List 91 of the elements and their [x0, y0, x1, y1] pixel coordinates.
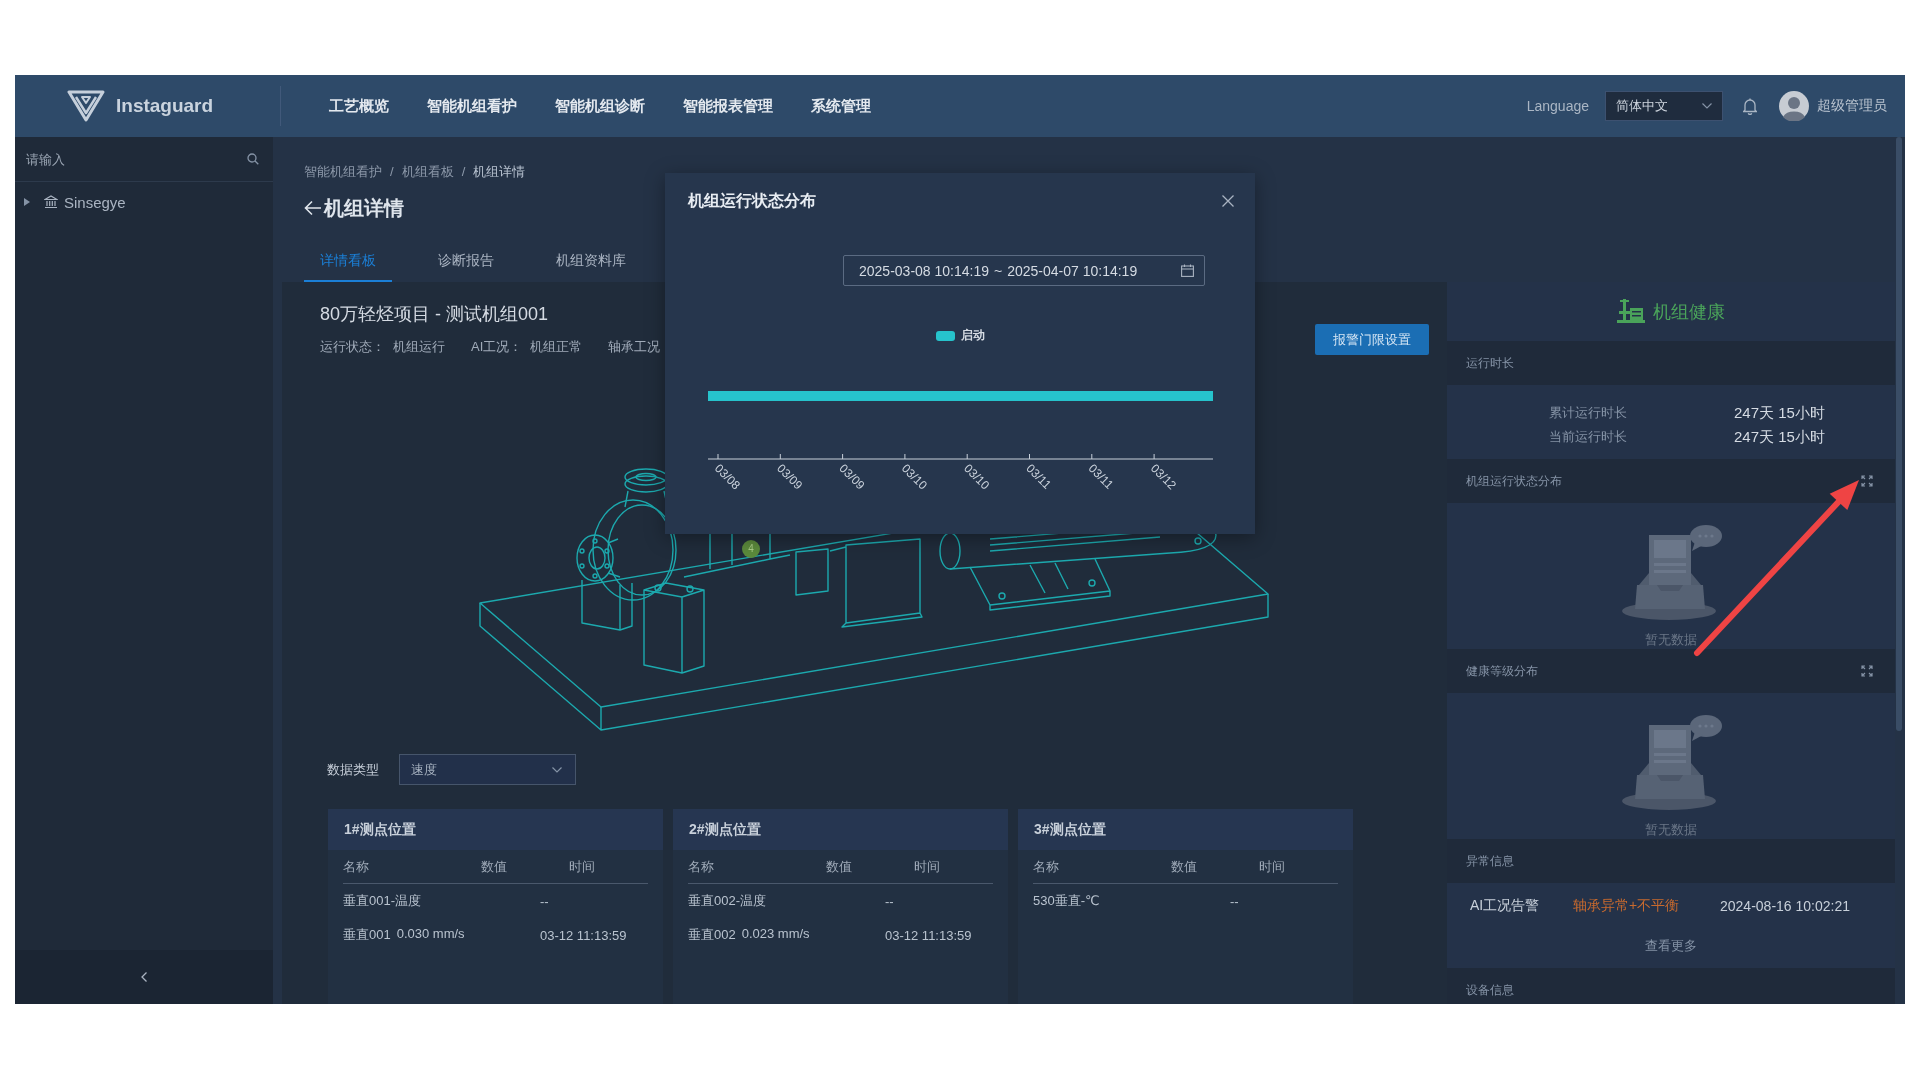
table-cell: 垂直002-温度 — [688, 892, 767, 910]
language-label: Language — [1526, 98, 1589, 114]
column-header: 时间 — [1259, 857, 1286, 876]
page-title: 机组详情 — [324, 196, 404, 221]
machine-health-icon — [1617, 299, 1645, 324]
status-value: 机组正常 — [530, 338, 583, 356]
nav-item[interactable]: 工艺概览 — [329, 95, 389, 117]
breadcrumb-link[interactable]: 机组看板 — [401, 163, 454, 181]
alert-time: 2024-08-16 10:02:21 — [1720, 898, 1851, 914]
logo-icon — [67, 90, 105, 122]
search-field[interactable]: 请输入 — [26, 147, 241, 171]
nav-item[interactable]: 智能机组看护 — [427, 95, 517, 117]
panel-title: 机组健康 — [1653, 300, 1725, 324]
section-title: 健康等级分布 — [1466, 662, 1538, 680]
status-value: 机组运行 — [393, 338, 445, 356]
data-type-label: 数据类型 — [327, 760, 379, 779]
table-cell-text: 03-12 11:13:59 — [540, 927, 628, 943]
table-cell: 530垂直-℃ — [1033, 892, 1100, 910]
stat-label: 累计运行时长 — [1549, 404, 1628, 422]
column-header: 时间 — [914, 857, 941, 876]
avatar-icon[interactable] — [1779, 91, 1809, 121]
back-arrow-icon — [304, 200, 322, 216]
status-label: 轴承工况 — [608, 338, 661, 356]
logo-text: Instaguard — [116, 95, 214, 117]
bank-building-icon — [44, 195, 58, 209]
data-type-select[interactable]: 速度 — [399, 754, 576, 785]
table-cell-text: -- — [1230, 893, 1240, 909]
tab[interactable]: 诊断报告 — [422, 242, 510, 282]
empty-message: 暂无数据 — [1645, 821, 1697, 839]
tree-item[interactable]: Sinsegye — [15, 182, 273, 222]
breadcrumb-separator: / — [390, 163, 394, 181]
unit-title: 80万轻烃项目 - 测试机组001 — [320, 303, 550, 326]
expand-icon[interactable] — [1861, 475, 1873, 487]
stat-value: 247天 15小时 — [1734, 427, 1826, 447]
column-header: 数值 — [826, 857, 853, 876]
column-header: 数值 — [1171, 857, 1198, 876]
caret-icon[interactable] — [24, 198, 30, 206]
close-icon — [1222, 195, 1234, 207]
table-cell-text: 0.023 mm/s — [741, 926, 810, 943]
column-header: 数值 — [481, 857, 508, 876]
back-button[interactable] — [304, 200, 322, 216]
alert-detail: 轴承异常+不平衡 — [1573, 897, 1681, 915]
section-title: 异常信息 — [1466, 852, 1514, 870]
section-title: 运行时长 — [1466, 354, 1514, 372]
chevron-down-icon — [552, 766, 562, 773]
search-icon[interactable] — [247, 153, 259, 165]
user-name[interactable]: 超级管理员 — [1817, 97, 1887, 115]
document-tray-icon — [1619, 523, 1723, 621]
stat-value: 247天 15小时 — [1734, 403, 1826, 423]
table-cell-text: -- — [540, 893, 550, 909]
status-label: 运行状态： — [320, 338, 385, 356]
breadcrumb-link[interactable]: 智能机组看护 — [304, 163, 382, 181]
nav-item[interactable]: 智能报表管理 — [683, 95, 773, 117]
column-header: 名称 — [1033, 857, 1060, 876]
section-title: 机组运行状态分布 — [1466, 472, 1562, 490]
calendar-icon — [1181, 264, 1194, 277]
scrollbar-thumb[interactable] — [1896, 137, 1902, 731]
chevron-left-icon — [141, 972, 147, 982]
dialog-title: 机组运行状态分布 — [688, 191, 816, 211]
alert-type: AI工况告警 — [1470, 897, 1541, 915]
table-cell: 垂直001 — [343, 926, 391, 944]
close-button[interactable] — [1222, 195, 1234, 207]
column-header: 名称 — [688, 857, 715, 876]
tab[interactable]: 机组资料库 — [540, 242, 642, 282]
chevron-down-icon — [1702, 103, 1712, 109]
table-cell: 垂直002 — [688, 926, 736, 944]
alarm-threshold-button[interactable]: 报警门限设置 — [1315, 324, 1429, 355]
breadcrumb-separator: / — [461, 163, 466, 181]
language-select[interactable]: 简体中文 — [1605, 91, 1723, 121]
card-title: 1#测点位置 — [344, 820, 416, 839]
nav-item[interactable]: 智能机组诊断 — [555, 95, 645, 117]
date-range-field[interactable]: 2025-03-08 10:14:19 ~ 2025-04-07 10:14:19 — [843, 255, 1205, 286]
breadcrumb-current: 机组详情 — [473, 163, 526, 181]
card-title: 3#测点位置 — [1034, 820, 1106, 839]
table-cell-text: 03-12 11:13:59 — [885, 927, 973, 943]
status-label: AI工况： — [471, 338, 523, 356]
nav-item[interactable]: 系统管理 — [811, 95, 871, 117]
section-title: 设备信息 — [1466, 981, 1514, 999]
table-cell: 垂直001-温度 — [343, 892, 422, 910]
legend-label: 启动 — [960, 327, 985, 344]
document-tray-icon — [1619, 713, 1723, 811]
column-header: 时间 — [569, 857, 596, 876]
expand-icon[interactable] — [1861, 665, 1873, 677]
table-cell-text: 0.030 mm/s — [396, 926, 465, 943]
card-title: 2#测点位置 — [689, 820, 761, 839]
column-header: 名称 — [343, 857, 370, 876]
empty-message: 暂无数据 — [1645, 631, 1697, 649]
bell-icon[interactable] — [1743, 97, 1757, 115]
stat-label: 当前运行时长 — [1549, 428, 1628, 446]
table-cell-text: -- — [885, 893, 895, 909]
view-more-link[interactable]: 查看更多 — [1645, 937, 1697, 955]
